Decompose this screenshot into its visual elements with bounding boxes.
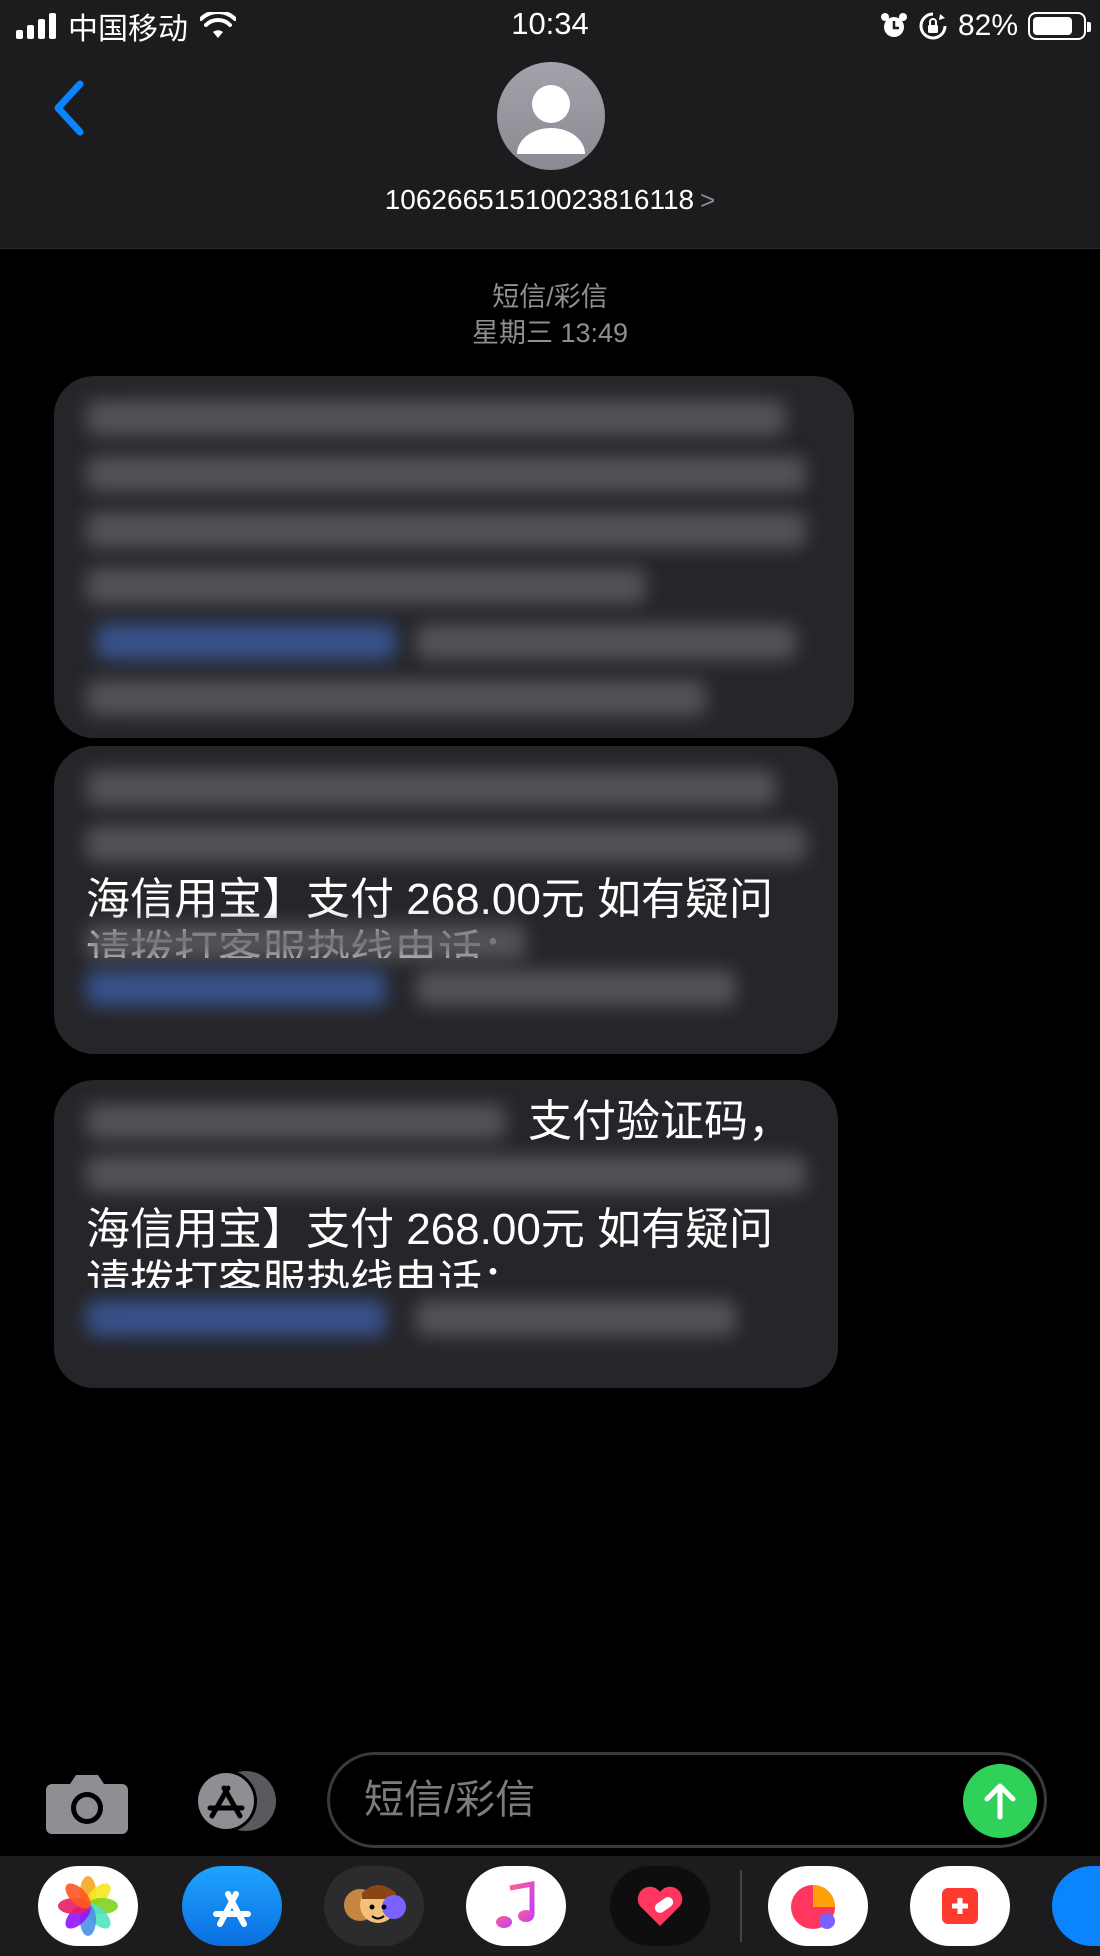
contact-name-button[interactable]: 10626651510023816118 > xyxy=(0,184,1100,216)
message-composer xyxy=(0,1752,1100,1852)
music-icon[interactable] xyxy=(466,1866,566,1946)
app-store-icon[interactable] xyxy=(182,1866,282,1946)
status-bar: 中国移动 10:34 82% xyxy=(0,0,1100,52)
arrow-up-icon xyxy=(984,1783,1016,1820)
contact-avatar[interactable] xyxy=(497,62,605,170)
battery-level xyxy=(1033,17,1072,35)
rotation-lock-icon xyxy=(919,12,947,40)
service-label: 短信/彩信 xyxy=(492,282,608,312)
app-store-icon[interactable] xyxy=(186,1768,278,1834)
message-input[interactable] xyxy=(327,1752,1047,1848)
battery-percent: 82% xyxy=(957,9,1018,42)
app-icon[interactable] xyxy=(910,1866,1010,1946)
photos-icon[interactable] xyxy=(38,1866,138,1946)
message-bubble[interactable] xyxy=(54,376,854,738)
message-bubble[interactable]: 支付验证码， 海信用宝】支付 268.00元 如有疑问 请拨打客服热线电话： xyxy=(54,1080,838,1388)
contact-number: 10626651510023816118 xyxy=(384,184,695,215)
message-text-line: 支付验证码， xyxy=(528,1097,792,1146)
conversation-header: 10626651510023816118 > xyxy=(0,52,1100,249)
memoji-icon[interactable] xyxy=(324,1866,424,1946)
chevron-right-icon: > xyxy=(700,185,716,215)
message-text-line: 海信用宝】支付 268.00元 如有疑问 xyxy=(86,875,774,924)
chevron-left-icon[interactable] xyxy=(40,72,100,142)
message-bubble[interactable]: 海信用宝】支付 268.00元 如有疑问 请拨打客服热线电话： xyxy=(54,746,838,1054)
message-timestamp: 星期三 13:49 xyxy=(471,318,629,348)
send-button[interactable] xyxy=(963,1764,1037,1838)
app-icon[interactable] xyxy=(768,1866,868,1946)
message-text-line: 海信用宝】支付 268.00元 如有疑问 xyxy=(86,1205,774,1254)
alarm-icon xyxy=(880,13,907,37)
app-icon[interactable] xyxy=(1052,1866,1100,1946)
drawer-divider xyxy=(740,1870,742,1942)
battery-icon xyxy=(1028,12,1091,40)
health-icon[interactable] xyxy=(610,1866,710,1946)
camera-icon[interactable] xyxy=(44,1770,130,1836)
message-text-line: 请拨打客服热线电话： xyxy=(86,1258,526,1288)
app-drawer xyxy=(0,1856,1100,1956)
person-silhouette-icon xyxy=(517,85,585,154)
